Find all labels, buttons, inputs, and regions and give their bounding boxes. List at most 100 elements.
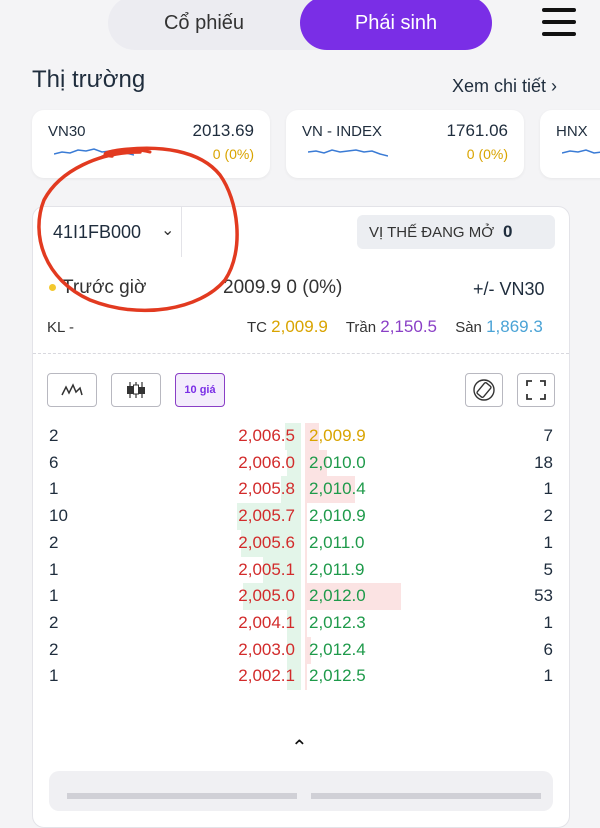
ask-quantity: 5 (543, 559, 553, 579)
ask-depth-bar (305, 663, 307, 691)
order-book-row[interactable]: 1 2,002.1 2,012.5 1 (33, 663, 569, 691)
ask-price: 2,010.4 (309, 479, 366, 499)
ask-quantity: 6 (543, 639, 553, 659)
tab-stocks[interactable]: Cổ phiếu (108, 0, 300, 50)
price-value: 2009.9 (223, 277, 282, 298)
bid-quantity: 10 (49, 506, 68, 526)
bid-price: 2,002.1 (238, 666, 295, 686)
order-book-row[interactable]: 1 2,005.8 2,010.4 1 (33, 476, 569, 504)
bid-price: 2,006.0 (238, 452, 295, 472)
hamburger-menu-icon[interactable] (542, 8, 576, 36)
ask-price: 2,010.9 (309, 506, 366, 526)
order-book-row[interactable]: 1 2,005.1 2,011.9 5 (33, 556, 569, 584)
chevron-up-icon[interactable]: ⌃ (291, 735, 308, 760)
bid-quantity: 2 (49, 639, 59, 659)
order-book-row[interactable]: 2 2,004.1 2,012.3 1 (33, 609, 569, 637)
order-book-row[interactable]: 1 2,005.0 2,012.0 53 (33, 583, 569, 611)
ask-price: 2,012.3 (309, 612, 366, 632)
rotate-screen-icon (473, 379, 495, 401)
index-card-vn30[interactable]: VN30 2013.69 0 (0%) (32, 110, 270, 178)
open-position-badge: VỊ THẾ ĐANG MỞ 0 (357, 215, 555, 249)
ask-quantity: 7 (543, 426, 553, 445)
bid-price: 2,005.7 (238, 506, 295, 526)
section-title-market: Thị trường (32, 66, 146, 93)
index-name: VN30 (48, 123, 86, 140)
ask-quantity: 1 (543, 532, 553, 552)
bid-quantity: 1 (49, 479, 59, 499)
current-price: 2009.9 0 (0%) (223, 277, 342, 299)
ask-price: 2,011.9 (309, 559, 365, 579)
candlestick-button[interactable] (111, 373, 161, 407)
price-change: 0 (0%) (286, 277, 343, 298)
reference-prices: TC 2,009.9 Trần 2,150.5 Sàn 1,869.3 (247, 317, 543, 337)
ask-price: 2,012.5 (309, 666, 366, 686)
order-book-row[interactable]: 2 2,005.6 2,011.0 1 (33, 529, 569, 557)
market-type-switcher: Cổ phiếu Phái sinh (108, 0, 492, 50)
rotate-screen-button[interactable] (465, 373, 503, 407)
sell-volume-bar (311, 793, 541, 799)
bid-price: 2,005.0 (238, 586, 295, 606)
ask-price: 2,009.9 (309, 426, 366, 445)
ask-price: 2,011.0 (309, 532, 365, 552)
tab-derivatives[interactable]: Phái sinh (300, 0, 492, 50)
ask-price: 2,012.4 (309, 639, 366, 659)
index-card-vnindex[interactable]: VN - INDEX 1761.06 0 (0%) (286, 110, 524, 178)
chevron-down-icon: ⌄ (161, 222, 175, 239)
ask-quantity: 1 (543, 666, 553, 686)
volume: KL - (47, 319, 74, 336)
ask-price: 2,012.0 (309, 586, 366, 606)
session-label: Trước giờ (62, 277, 147, 298)
candlestick-icon (127, 382, 145, 398)
bid-quantity: 6 (49, 452, 59, 472)
line-chart-button[interactable] (47, 373, 97, 407)
volume-label: KL (47, 319, 65, 336)
see-more-link[interactable]: Xem chi tiết › (452, 76, 557, 97)
bottom-panel (49, 771, 553, 811)
bid-quantity: 2 (49, 612, 59, 632)
buy-volume-bar (67, 793, 297, 799)
sparkline-icon (308, 149, 388, 157)
ref-value: 2,009.9 (271, 317, 328, 336)
floor-label: Sàn (455, 319, 482, 336)
session-status: Trước giờ (49, 277, 146, 299)
index-name: HNX (556, 123, 588, 140)
sparkline-icon (54, 148, 134, 156)
bid-quantity: 1 (49, 559, 59, 579)
index-card-hnx[interactable]: HNX (540, 110, 600, 178)
order-book-row[interactable]: 2 2,006.5 2,009.9 7 (33, 423, 569, 450)
ask-quantity: 1 (543, 612, 553, 632)
ask-price: 2,010.0 (309, 452, 366, 472)
sparkline-icon (562, 149, 600, 154)
index-value: 1761.06 (446, 121, 508, 140)
bid-price: 2,003.0 (238, 639, 295, 659)
contract-code: 41I1FB000 (53, 222, 142, 242)
contract-selector[interactable]: 41I1FB000 ⌄ (43, 207, 182, 257)
ten-prices-button[interactable]: 10 giá (175, 373, 225, 407)
ten-prices-label: 10 giá (184, 384, 216, 396)
vs-index-label[interactable]: +/- VN30 (473, 279, 545, 300)
ceiling-value: 2,150.5 (380, 317, 438, 336)
bid-quantity: 2 (49, 426, 59, 445)
fullscreen-button[interactable] (517, 373, 555, 407)
fullscreen-icon (526, 380, 546, 400)
bid-quantity: 2 (49, 532, 59, 552)
bid-quantity: 1 (49, 586, 59, 606)
ask-quantity: 1 (543, 479, 553, 499)
ceiling-label: Trần (345, 319, 377, 336)
volume-value: - (68, 319, 74, 336)
ask-quantity: 53 (534, 586, 553, 606)
ask-depth-bar (305, 503, 307, 531)
order-book-row[interactable]: 6 2,006.0 2,010.0 18 (33, 449, 569, 477)
ask-quantity: 18 (534, 452, 553, 472)
index-name: VN - INDEX (302, 123, 383, 140)
open-position-value: 0 (503, 222, 513, 241)
order-book-row[interactable]: 2 2,003.0 2,012.4 6 (33, 636, 569, 664)
divider (33, 353, 569, 354)
index-change: 0 (0%) (466, 146, 508, 162)
bid-price: 2,005.8 (238, 479, 295, 499)
open-position-label: VỊ THẾ ĐANG MỞ (369, 224, 495, 241)
order-book-row[interactable]: 10 2,005.7 2,010.9 2 (33, 503, 569, 531)
ask-depth-bar (305, 556, 307, 584)
bid-price: 2,006.5 (238, 426, 295, 445)
index-change: 0 (0%) (212, 146, 254, 162)
